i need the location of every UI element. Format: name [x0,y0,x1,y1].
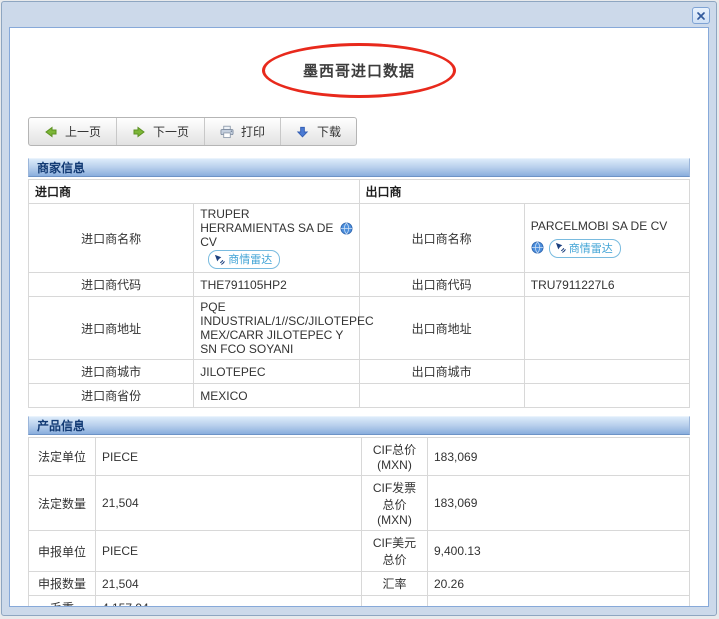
field-label: 进口商省份 [29,384,194,408]
field-value [524,360,689,384]
title-area: 墨西哥进口数据 [10,43,708,105]
field-value: 21,504 [96,476,362,531]
green-left-arrow-icon [44,125,58,139]
field-label: 出口商城市 [359,360,524,384]
field-label: 申报数量 [29,572,96,596]
field-value: PIECE [96,438,362,476]
field-label: 进口商城市 [29,360,194,384]
radar-icon [214,254,225,265]
prev-page-label: 上一页 [65,123,101,140]
field-value [524,297,689,360]
field-label: 进口商地址 [29,297,194,360]
field-value: 9,400.13 [428,531,690,572]
radar-badge[interactable]: 商情雷达 [549,239,621,258]
red-highlight-ellipse: 墨西哥进口数据 [262,43,456,98]
page-title: 墨西哥进口数据 [303,63,415,80]
next-page-label: 下一页 [153,123,189,140]
field-label: 出口商名称 [359,204,524,273]
section-header-merchant: 商家信息 [28,158,690,177]
table-row: 进口商省份 MEXICO [29,384,690,408]
globe-icon[interactable] [340,222,353,235]
table-row: 进口商地址 PQE INDUSTRIAL/1//SC/JILOTEPEC MEX… [29,297,690,360]
field-label: CIF总价(MXN) [362,438,428,476]
table-row: 进口商 出口商 [29,180,690,204]
radar-badge-label: 商情雷达 [228,251,272,267]
field-label: 汇率 [362,572,428,596]
table-row: 法定单位 PIECE CIF总价(MXN) 183,069 [29,438,690,476]
field-value: 21,504 [96,572,362,596]
field-label: CIF美元总价 [362,531,428,572]
field-value: 4,157.94 [96,596,362,608]
download-label: 下载 [317,123,341,140]
merchant-table: 进口商 出口商 进口商名称 TRUPER HERRAMIENTAS SA DE … [28,179,690,408]
field-label: 毛重 [29,596,96,608]
field-label [359,384,524,408]
sections-container: 商家信息 进口商 出口商 进口商名称 TRUPER HERRAMIENTAS S… [10,158,708,607]
field-value [428,596,690,608]
field-value: 183,069 [428,438,690,476]
field-label: 法定单位 [29,438,96,476]
exporter-group-header: 出口商 [359,180,690,204]
field-value: PIECE [96,531,362,572]
importer-group-header: 进口商 [29,180,360,204]
window-titlebar [2,2,716,27]
field-value: TRU7911227L6 [524,273,689,297]
next-page-button[interactable]: 下一页 [117,118,205,145]
table-row: 进口商名称 TRUPER HERRAMIENTAS SA DE CV [29,204,690,273]
import-data-window: 墨西哥进口数据 上一页 下一页 [1,1,717,616]
table-row: 申报数量 21,504 汇率 20.26 [29,572,690,596]
exporter-name: PARCELMOBI SA DE CV [531,219,667,233]
close-button[interactable] [692,7,710,24]
field-value: JILOTEPEC [194,360,359,384]
field-label [362,596,428,608]
field-label: 进口商名称 [29,204,194,273]
globe-icon[interactable] [531,241,544,254]
radar-icon [555,242,566,253]
field-value: THE791105HP2 [194,273,359,297]
radar-badge-label: 商情雷达 [569,240,613,256]
pager-toolbar: 上一页 下一页 打印 [28,117,357,146]
download-button[interactable]: 下载 [281,118,356,145]
field-value [524,384,689,408]
field-label: 申报单位 [29,531,96,572]
table-row: 法定数量 21,504 CIF发票总价(MXN) 183,069 [29,476,690,531]
field-label: 进口商代码 [29,273,194,297]
print-label: 打印 [241,123,265,140]
print-button[interactable]: 打印 [205,118,281,145]
prev-page-button[interactable]: 上一页 [29,118,117,145]
section-header-product: 产品信息 [28,416,690,435]
green-right-arrow-icon [132,125,146,139]
importer-name-cell: TRUPER HERRAMIENTAS SA DE CV [194,204,359,273]
table-row: 申报单位 PIECE CIF美元总价 9,400.13 [29,531,690,572]
close-icon [696,11,706,21]
printer-icon [220,125,234,139]
field-value: PQE INDUSTRIAL/1//SC/JILOTEPEC MEX/CARR … [194,297,359,360]
field-label: 出口商代码 [359,273,524,297]
exporter-name-cell: PARCELMOBI SA DE CV [524,204,689,273]
field-value: MEXICO [194,384,359,408]
radar-badge[interactable]: 商情雷达 [208,250,280,269]
table-row: 毛重 4,157.94 [29,596,690,608]
blue-down-arrow-icon [296,125,310,139]
field-label: 法定数量 [29,476,96,531]
window-body: 墨西哥进口数据 上一页 下一页 [9,27,709,607]
table-row: 进口商城市 JILOTEPEC 出口商城市 [29,360,690,384]
product-table: 法定单位 PIECE CIF总价(MXN) 183,069 法定数量 21,50… [28,437,690,607]
table-row: 进口商代码 THE791105HP2 出口商代码 TRU7911227L6 [29,273,690,297]
field-value: 183,069 [428,476,690,531]
field-label: 出口商地址 [359,297,524,360]
field-value: 20.26 [428,572,690,596]
field-label: CIF发票总价(MXN) [362,476,428,531]
importer-name: TRUPER HERRAMIENTAS SA DE CV [200,207,334,249]
